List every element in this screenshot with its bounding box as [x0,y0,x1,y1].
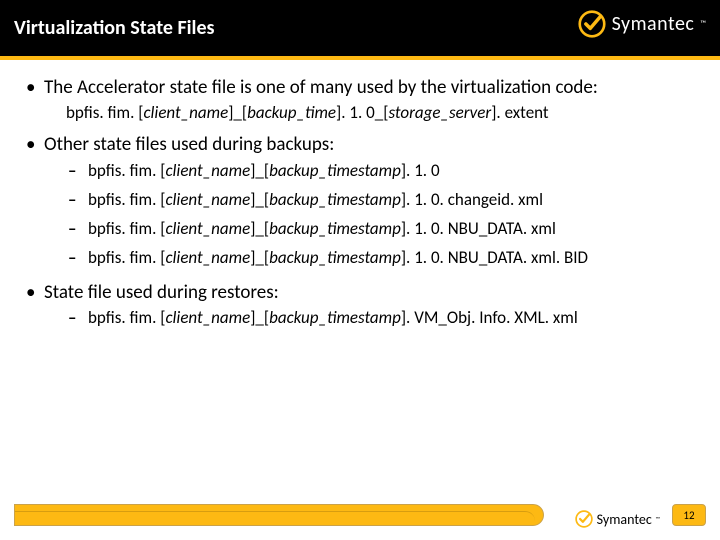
brand-logo-footer: Symantec ™ [575,510,660,528]
slide-title: Virtualization State Files [14,16,215,40]
trademark-icon: ™ [700,19,706,29]
list-item: bpfis. fim. [client_name]_[backup_timest… [66,157,698,186]
bullet-1-sub: bpfis. fim. [client_name]_[backup_time].… [44,100,698,126]
brand-logo-header: Symantec ™ [578,10,706,38]
check-circle-icon [575,510,593,528]
brand-name: Symantec [612,12,695,36]
trademark-icon: ™ [656,515,660,523]
slide-body: The Accelerator state file is one of man… [0,60,720,333]
check-circle-icon [578,10,606,38]
list-item: bpfis. fim. [client_name]_[backup_timest… [66,304,698,333]
page-number-badge: 12 [672,504,706,526]
slide-header: Virtualization State Files Symantec ™ [0,0,720,56]
slide-footer: Symantec ™ 12 [0,496,720,526]
list-item: bpfis. fim. [client_name]_[backup_timest… [66,186,698,215]
bullet-3: State file used during restores: bpfis. … [22,281,698,334]
brand-name: Symantec [597,511,652,528]
footer-accent-bar [14,504,544,526]
bullet-1: The Accelerator state file is one of man… [22,76,698,125]
list-item: bpfis. fim. [client_name]_[backup_timest… [66,244,698,273]
list-item: bpfis. fim. [client_name]_[backup_timest… [66,215,698,244]
bullet-2: Other state files used during backups: b… [22,133,698,272]
